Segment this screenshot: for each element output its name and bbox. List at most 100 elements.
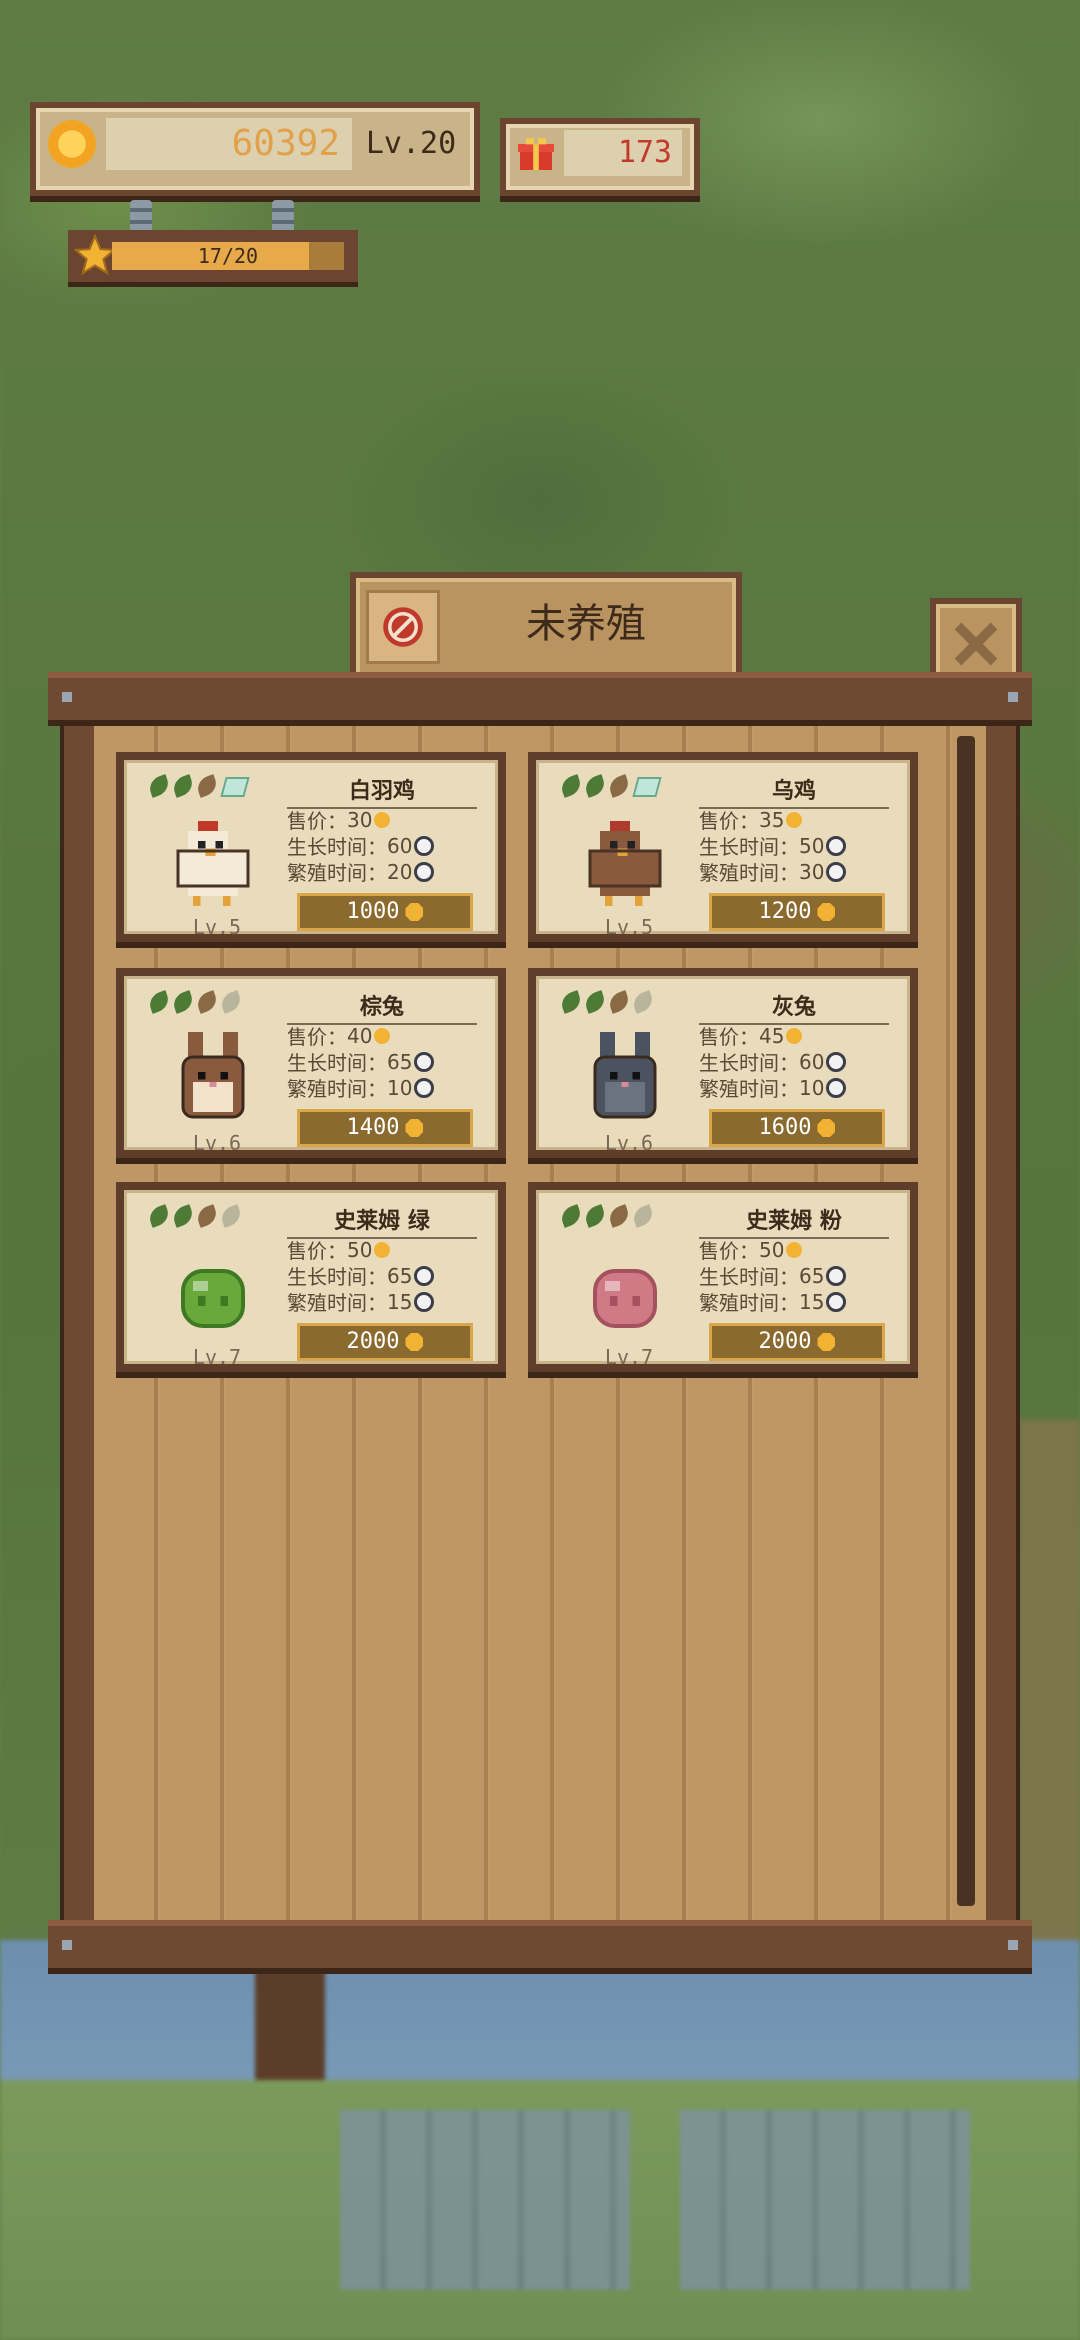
- breed-time-value: 15: [387, 1289, 413, 1314]
- buy-button[interactable]: 1200: [709, 893, 885, 931]
- xp-text: 17/20: [197, 244, 259, 268]
- coin-balance: 60392: [106, 118, 352, 170]
- animal-card[interactable]: Lv.5 乌鸡 售价： 35 生长时间： 50 繁殖时间： 30 1200: [528, 752, 918, 942]
- clock-icon: [826, 861, 847, 882]
- grow-time: 生长时间： 60: [287, 831, 435, 860]
- animal-card[interactable]: Lv.5 白羽鸡 售价： 30 生长时间： 60 繁殖时间： 20 1000: [116, 752, 506, 942]
- card-body: Lv.6 灰兔 售价： 45 生长时间： 60 繁殖时间： 10 1600: [536, 976, 910, 1155]
- animal-level: Lv.7: [192, 1345, 242, 1369]
- board-bottom-beam: [48, 1920, 1032, 1974]
- coin-icon: [374, 1241, 391, 1258]
- grow-time-label: 生长时间：: [287, 835, 387, 859]
- breed-time: 繁殖时间： 10: [287, 1073, 435, 1102]
- grow-time: 生长时间： 65: [699, 1261, 847, 1290]
- sale-price-label: 售价：: [699, 1239, 759, 1263]
- grow-time-value: 50: [799, 833, 825, 858]
- chicken-icon: [588, 821, 662, 906]
- coin-panel: 60392 Lv.20: [30, 102, 480, 196]
- coin-icon: [374, 811, 391, 828]
- leaf-icon: [630, 1204, 656, 1228]
- buy-cost: 1000: [346, 899, 400, 924]
- sale-price-value: 45: [759, 1023, 785, 1048]
- leaf-icon: [194, 774, 220, 798]
- coin-icon: [817, 903, 836, 921]
- breed-time: 繁殖时间： 10: [699, 1073, 847, 1102]
- leaf-icon: [558, 1204, 584, 1228]
- clock-icon: [826, 1077, 847, 1098]
- sale-price: 售价： 50: [287, 1235, 391, 1264]
- buy-button[interactable]: 2000: [297, 1323, 473, 1361]
- animal-card[interactable]: Lv.7 史莱姆 粉 售价： 50 生长时间： 65 繁殖时间： 15 2000: [528, 1182, 918, 1372]
- breed-time: 繁殖时间： 30: [699, 857, 847, 886]
- leaf-icon: [630, 990, 656, 1014]
- grow-time: 生长时间： 65: [287, 1261, 435, 1290]
- animal-card[interactable]: Lv.6 棕兔 售价： 40 生长时间： 65 繁殖时间： 10 1400: [116, 968, 506, 1158]
- clock-icon: [414, 1077, 435, 1098]
- animal-name: 史莱姆 粉: [699, 1203, 889, 1239]
- coin-icon: [405, 903, 424, 921]
- xp-track: 17/20: [112, 242, 344, 270]
- trait-icons: [146, 1204, 244, 1228]
- animal-level: Lv.5: [604, 915, 654, 939]
- breed-time-label: 繁殖时间：: [287, 1077, 387, 1101]
- breed-time-value: 30: [799, 859, 825, 884]
- coin-icon: [374, 1027, 391, 1044]
- animal-card[interactable]: Lv.6 灰兔 售价： 45 生长时间： 60 繁殖时间： 10 1600: [528, 968, 918, 1158]
- sale-price-value: 50: [347, 1237, 373, 1262]
- breed-time-label: 繁殖时间：: [287, 861, 387, 885]
- coin-icon: [786, 1241, 803, 1258]
- sale-price: 售价： 30: [287, 805, 391, 834]
- animal-name: 史莱姆 绿: [287, 1203, 477, 1239]
- leaf-icon: [170, 774, 196, 798]
- sale-price-label: 售价：: [287, 1025, 347, 1049]
- grow-time-label: 生长时间：: [287, 1051, 387, 1075]
- gift-panel[interactable]: 173: [500, 118, 700, 196]
- grow-time: 生长时间： 65: [287, 1047, 435, 1076]
- card-body: Lv.7 史莱姆 粉 售价： 50 生长时间： 65 繁殖时间： 15 2000: [536, 1190, 910, 1369]
- grow-time-value: 65: [799, 1263, 825, 1288]
- clock-icon: [826, 1291, 847, 1312]
- sale-price: 售价： 35: [699, 805, 803, 834]
- grow-time: 生长时间： 60: [699, 1047, 847, 1076]
- buy-button[interactable]: 2000: [709, 1323, 885, 1361]
- grow-time-value: 65: [387, 1263, 413, 1288]
- breed-time-value: 10: [799, 1075, 825, 1100]
- leaf-icon: [606, 1204, 632, 1228]
- leaf-icon: [194, 1204, 220, 1228]
- breed-time-value: 10: [387, 1075, 413, 1100]
- grow-time-label: 生长时间：: [699, 1051, 799, 1075]
- buy-button[interactable]: 1400: [297, 1109, 473, 1147]
- animal-level: Lv.7: [604, 1345, 654, 1369]
- rabbit-icon: [593, 1032, 657, 1119]
- breed-time-label: 繁殖时间：: [287, 1291, 387, 1315]
- breed-time-label: 繁殖时间：: [699, 1077, 799, 1101]
- leaf-icon: [606, 990, 632, 1014]
- sale-price-label: 售价：: [699, 1025, 759, 1049]
- animal-level: Lv.6: [604, 1131, 654, 1155]
- player-level: Lv.20: [365, 126, 457, 161]
- trait-icons: [558, 1204, 656, 1228]
- sale-price-label: 售价：: [699, 809, 759, 833]
- buy-button[interactable]: 1000: [297, 893, 473, 931]
- sale-price-value: 35: [759, 807, 785, 832]
- coin-icon: [48, 120, 96, 168]
- leaf-icon: [146, 1204, 172, 1228]
- leaf-icon: [558, 990, 584, 1014]
- buy-button[interactable]: 1600: [709, 1109, 885, 1147]
- breed-time: 繁殖时间： 15: [287, 1287, 435, 1316]
- leaf-icon: [218, 1204, 244, 1228]
- animal-name: 乌鸡: [699, 773, 889, 809]
- scrollbar[interactable]: [957, 736, 975, 1906]
- card-body: Lv.5 白羽鸡 售价： 30 生长时间： 60 繁殖时间： 20 1000: [124, 760, 498, 939]
- sale-price: 售价： 40: [287, 1021, 391, 1050]
- sale-price-label: 售价：: [287, 1239, 347, 1263]
- gem-icon: [220, 777, 250, 797]
- animal-card[interactable]: Lv.7 史莱姆 绿 售价： 50 生长时间： 65 繁殖时间： 15 2000: [116, 1182, 506, 1372]
- breed-time: 繁殖时间： 20: [287, 857, 435, 886]
- animal-pen: [680, 2110, 970, 2290]
- coin-icon: [817, 1119, 836, 1137]
- slime-icon: [593, 1269, 657, 1328]
- breed-time: 繁殖时间： 15: [699, 1287, 847, 1316]
- animal-level: Lv.6: [192, 1131, 242, 1155]
- clock-icon: [414, 1265, 435, 1286]
